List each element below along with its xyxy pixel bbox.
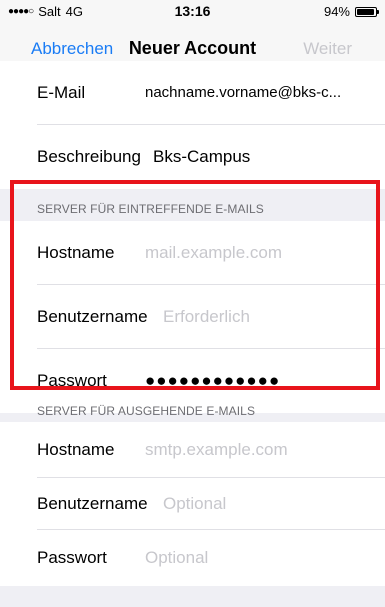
status-right: 94%: [323, 4, 379, 19]
battery-fill: [357, 8, 374, 15]
next-button[interactable]: Weiter: [303, 39, 352, 59]
outgoing-hostname-input[interactable]: smtp.example.com: [145, 422, 288, 478]
account-group: E-Mail nachname.vorname@bks-c... Beschre…: [0, 61, 385, 189]
outgoing-username-label: Benutzername: [37, 494, 148, 513]
description-field[interactable]: Bks-Campus: [153, 125, 250, 189]
outgoing-server-group: Hostname smtp.example.com Benutzername O…: [0, 422, 385, 586]
incoming-server-group: Hostname mail.example.com Benutzername E…: [0, 221, 385, 413]
status-bar: ●●●●○ Salt 4G 13:16 94%: [0, 0, 385, 22]
outgoing-password-label: Passwort: [37, 548, 107, 567]
outgoing-hostname-label: Hostname: [37, 440, 115, 459]
incoming-hostname-row[interactable]: Hostname mail.example.com: [0, 221, 385, 285]
outgoing-hostname-row[interactable]: Hostname smtp.example.com: [0, 422, 385, 478]
email-label: E-Mail: [37, 83, 86, 102]
incoming-username-row[interactable]: Benutzername Erforderlich: [0, 285, 385, 349]
description-label: Beschreibung: [37, 147, 141, 166]
outgoing-password-row[interactable]: Passwort Optional: [0, 530, 385, 586]
battery-tip: [377, 9, 379, 14]
battery-percent: 94%: [323, 4, 350, 19]
email-field[interactable]: nachname.vorname@bks-c...: [145, 61, 341, 125]
description-row[interactable]: Beschreibung Bks-Campus: [0, 125, 385, 189]
outgoing-username-row[interactable]: Benutzername Optional: [0, 478, 385, 530]
email-row[interactable]: E-Mail nachname.vorname@bks-c...: [0, 61, 385, 125]
incoming-hostname-input[interactable]: mail.example.com: [145, 221, 282, 285]
outgoing-username-input[interactable]: Optional: [163, 478, 226, 530]
outgoing-section-header: SERVER FÜR AUSGEHENDE E-MAILS: [37, 404, 256, 418]
incoming-username-input[interactable]: Erforderlich: [163, 285, 250, 349]
incoming-username-label: Benutzername: [37, 307, 148, 326]
outgoing-password-input[interactable]: Optional: [145, 530, 208, 586]
battery-icon: [355, 6, 379, 17]
incoming-hostname-label: Hostname: [37, 243, 115, 262]
incoming-section-header: SERVER FÜR EINTREFFENDE E-MAILS: [37, 202, 264, 216]
